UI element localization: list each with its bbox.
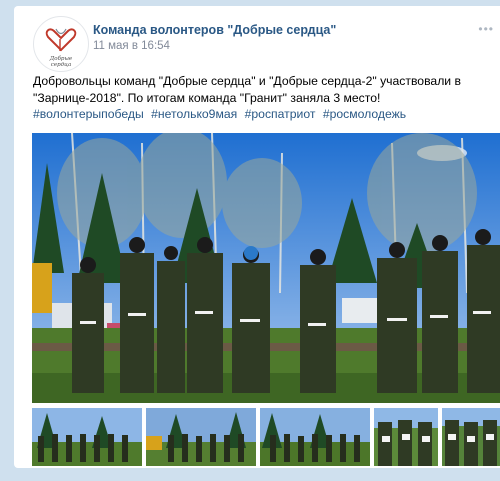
svg-text:Добрые: Добрые xyxy=(49,55,73,62)
post-text: Добровольцы команд "Добрые сердца" и "До… xyxy=(33,74,461,105)
hashtag-link[interactable]: #роспатриот xyxy=(245,107,316,121)
post-author-link[interactable]: Команда волонтеров "Добрые сердца" xyxy=(93,23,336,37)
hashtag-link[interactable]: #росмолодежь xyxy=(323,107,406,121)
thumbnail-photo[interactable] xyxy=(32,408,142,466)
post-card: Добрые сердца Команда волонтеров "Добрые… xyxy=(14,6,500,468)
logo-heart-icon: Добрые сердца xyxy=(35,18,87,70)
photo-thumbnails xyxy=(32,408,500,468)
group-avatar[interactable]: Добрые сердца xyxy=(33,16,89,72)
post-date-link[interactable]: 11 мая в 16:54 xyxy=(93,40,170,52)
thumbnail-photo[interactable] xyxy=(374,408,438,466)
thumbnail-photo[interactable] xyxy=(146,408,256,466)
svg-text:сердца: сердца xyxy=(51,62,71,68)
main-photo[interactable] xyxy=(32,133,500,403)
thumbnail-photo[interactable] xyxy=(260,408,370,466)
thumbnail-photo[interactable] xyxy=(442,408,500,466)
hashtag-link[interactable]: #нетолько9мая xyxy=(151,107,237,121)
post-hashtags: #волонтерыпобеды #нетолько9мая #роспатри… xyxy=(33,107,410,121)
more-options-icon[interactable]: ••• xyxy=(478,22,494,36)
hashtag-link[interactable]: #волонтерыпобеды xyxy=(33,107,144,121)
